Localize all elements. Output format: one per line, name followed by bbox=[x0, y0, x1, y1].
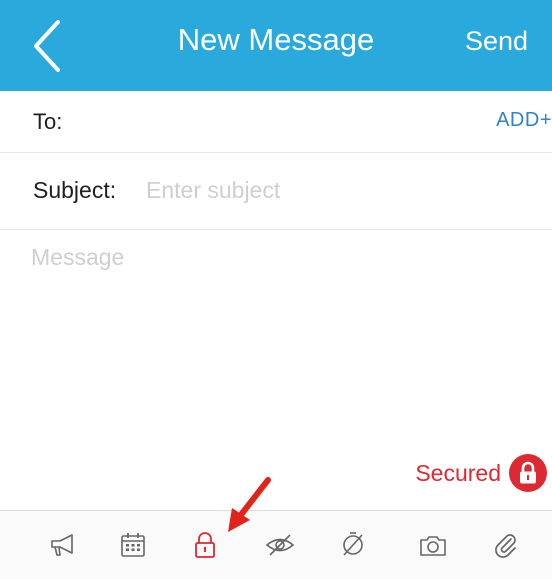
add-recipient-button[interactable]: ADD+ bbox=[496, 109, 552, 132]
toolbar-announcement-button[interactable] bbox=[43, 525, 83, 565]
camera-icon bbox=[420, 536, 446, 556]
lock-icon bbox=[195, 532, 215, 558]
chevron-left-icon bbox=[34, 20, 60, 72]
secured-toggle[interactable] bbox=[509, 454, 547, 492]
eye-off-icon bbox=[265, 534, 295, 556]
toolbar-secure-button[interactable] bbox=[185, 525, 225, 565]
secured-label: Secured bbox=[415, 459, 501, 486]
lock-icon bbox=[520, 461, 536, 484]
to-label: To: bbox=[33, 109, 63, 134]
calendar-icon bbox=[121, 533, 145, 557]
subject-input[interactable] bbox=[146, 171, 536, 209]
message-input[interactable] bbox=[31, 244, 531, 444]
back-button[interactable] bbox=[26, 18, 70, 74]
recipient-row: To: ADD+ bbox=[0, 91, 552, 153]
toolbar-hide-button[interactable] bbox=[260, 525, 300, 565]
compose-toolbar bbox=[0, 510, 552, 579]
megaphone-icon bbox=[51, 534, 73, 556]
secured-indicator: Secured bbox=[415, 453, 547, 493]
toolbar-schedule-button[interactable] bbox=[113, 525, 153, 565]
no-reply-icon bbox=[343, 532, 363, 556]
toolbar-camera-button[interactable] bbox=[413, 525, 453, 565]
app-header: New Message Send bbox=[0, 0, 552, 91]
toolbar-no-reply-button[interactable] bbox=[333, 525, 373, 565]
paperclip-icon bbox=[495, 534, 516, 558]
toolbar-attach-button[interactable] bbox=[486, 525, 526, 565]
send-button[interactable]: Send bbox=[465, 26, 528, 57]
subject-label: Subject: bbox=[33, 177, 117, 203]
subject-row: Subject: bbox=[0, 153, 552, 230]
